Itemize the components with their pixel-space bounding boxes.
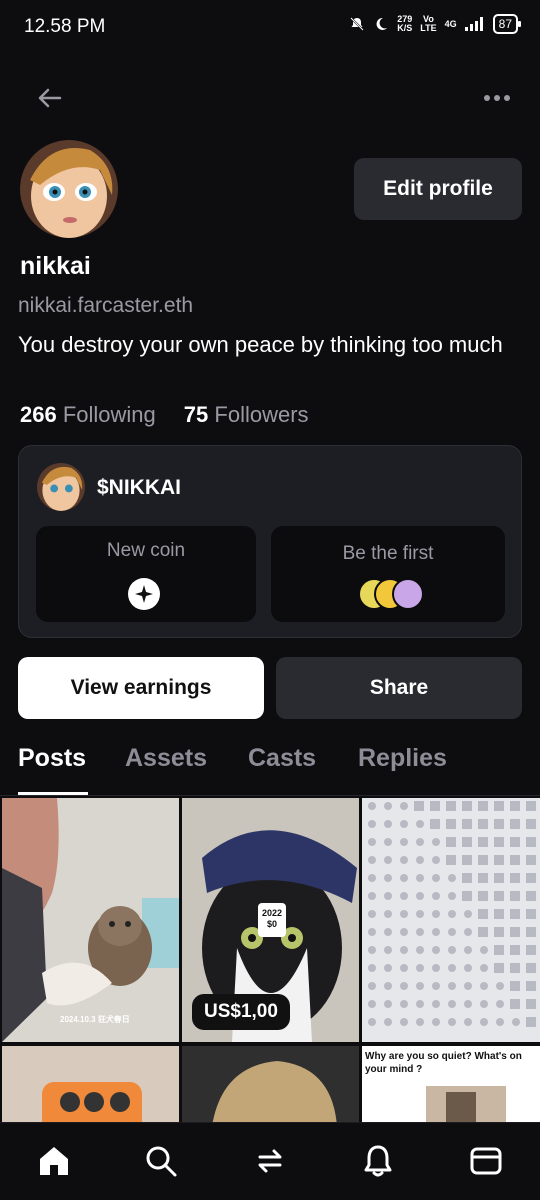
coin-avatar-image (37, 463, 85, 511)
holders-avatars-icon (358, 578, 424, 610)
view-earnings-button[interactable]: View earnings (18, 657, 264, 719)
tab-assets[interactable]: Assets (125, 744, 207, 773)
edit-profile-button[interactable]: Edit profile (354, 158, 522, 220)
nav-recasts[interactable] (252, 1143, 288, 1179)
bottom-nav (0, 1122, 540, 1200)
share-button[interactable]: Share (276, 657, 522, 719)
coin-avatar (37, 463, 85, 511)
profile-tabs: Posts Assets Casts Replies (0, 740, 540, 796)
followers-count: 75 (183, 402, 209, 427)
be-first-label: Be the first (342, 543, 434, 564)
avatar[interactable] (20, 140, 118, 238)
profile-handle[interactable]: nikkai.farcaster.eth (18, 294, 193, 318)
net-speed: 279 K/S (397, 14, 413, 33)
following-count: 266 (20, 402, 57, 427)
price-badge: US$1,00 (192, 994, 290, 1030)
post-tile[interactable]: 2022 $0 US$1,00 (182, 798, 359, 1042)
following-stat[interactable]: 266 Following (20, 402, 156, 428)
be-first-box[interactable]: Be the first (271, 526, 505, 622)
nav-home[interactable] (36, 1143, 72, 1179)
recast-icon (258, 1149, 282, 1173)
tab-posts[interactable]: Posts (18, 744, 86, 773)
post-caption: Why are you so quiet? What's on your min… (365, 1051, 522, 1075)
post-tile[interactable] (182, 1046, 359, 1122)
coin-name: $NIKKAI (97, 476, 182, 499)
post-tile[interactable]: 2024.10.3 狂犬春日 (2, 798, 179, 1042)
post-tile[interactable]: Why are you so quiet? What's on your min… (362, 1046, 540, 1122)
new-coin-label: New coin (106, 540, 186, 561)
home-icon (40, 1147, 68, 1175)
volte-indicator: Vo LTE (420, 14, 437, 33)
moon-icon (376, 17, 388, 30)
tab-replies[interactable]: Replies (358, 744, 447, 773)
username: nikkai (20, 252, 91, 280)
profile-stats: 266 Following 75 Followers (20, 402, 309, 428)
post-tile[interactable] (362, 798, 540, 1042)
search-icon (146, 1146, 177, 1177)
more-horizontal-icon (484, 95, 510, 101)
status-time: 12.58 PM (24, 16, 106, 37)
back-button[interactable] (34, 82, 66, 114)
network-type: 4G (444, 18, 457, 29)
avatar-image (20, 140, 118, 238)
nav-search[interactable] (143, 1143, 179, 1179)
following-label: Following (62, 402, 156, 427)
nav-wallet[interactable] (468, 1143, 504, 1179)
post-image (2, 798, 179, 1042)
posts-grid: 2024.10.3 狂犬春日 2022 $0 US$1,00 Why are y… (0, 798, 540, 1122)
new-coin-box[interactable]: New coin (36, 526, 256, 622)
status-bar: 12.58 PM 279 K/S Vo LTE 4G 87 (0, 0, 540, 56)
coin-card[interactable]: $NIKKAI New coin Be the first (18, 445, 522, 638)
post-tile[interactable] (2, 1046, 179, 1122)
followers-stat[interactable]: 75 Followers (184, 402, 309, 428)
arrow-left-icon (38, 88, 62, 108)
post-date-stamp: 2024.10.3 狂犬春日 (60, 1015, 130, 1024)
more-button[interactable] (482, 86, 512, 110)
post-image (2, 1046, 179, 1122)
followers-label: Followers (214, 402, 309, 427)
wallet-icon (470, 1147, 502, 1175)
bell-icon (364, 1145, 392, 1177)
mute-icon (350, 17, 364, 31)
tab-casts[interactable]: Casts (248, 744, 316, 773)
signal-icon (464, 17, 483, 31)
nav-notifications[interactable] (360, 1143, 396, 1179)
sparkle-icon (128, 578, 160, 610)
price-tag: 2022 $0 (261, 908, 283, 929)
post-image (426, 1086, 506, 1122)
post-image (182, 1046, 359, 1122)
top-nav (0, 78, 540, 118)
status-icons: 279 K/S Vo LTE 4G 87 (349, 14, 522, 34)
active-tab-indicator (18, 792, 88, 795)
battery-indicator: 87 (492, 14, 522, 34)
profile-bio: You destroy your own peace by thinking t… (18, 332, 503, 357)
post-image (362, 798, 540, 1042)
